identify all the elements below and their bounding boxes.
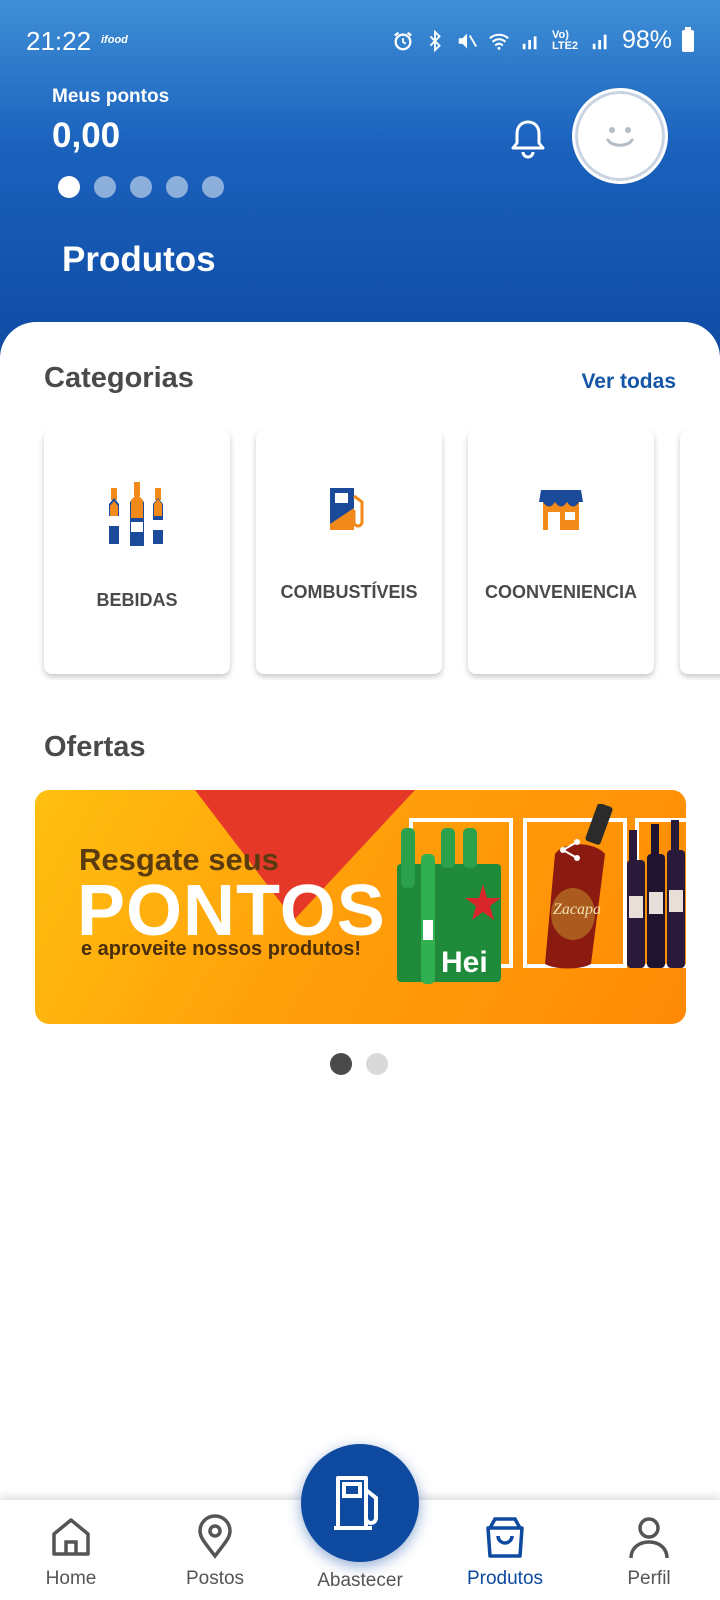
store-icon bbox=[539, 490, 583, 530]
location-pin-icon bbox=[198, 1514, 232, 1559]
nav-label: Perfil bbox=[627, 1568, 671, 1589]
nav-postos[interactable]: Postos bbox=[160, 1500, 270, 1600]
pager-dot[interactable] bbox=[202, 176, 224, 198]
pager-dot[interactable] bbox=[366, 1053, 388, 1075]
ifood-notification-icon: ifood bbox=[101, 34, 128, 46]
nav-label: Produtos bbox=[466, 1568, 544, 1589]
see-all-link[interactable]: Ver todas bbox=[581, 370, 676, 394]
categories-title: Categorias bbox=[44, 362, 194, 394]
category-card-more[interactable] bbox=[680, 430, 720, 674]
rum-label: Zacapa bbox=[553, 901, 601, 918]
points-label: Meus pontos bbox=[52, 86, 170, 107]
nav-produtos[interactable]: Produtos bbox=[450, 1500, 560, 1600]
abastecer-button[interactable] bbox=[301, 1444, 419, 1562]
banner-line3: e aproveite nossos produtos! bbox=[81, 938, 362, 960]
battery-icon bbox=[682, 26, 694, 52]
pager-dot[interactable] bbox=[94, 176, 116, 198]
category-card-combustiveis[interactable]: COMBUSTÍVEIS bbox=[256, 430, 442, 674]
wifi-icon bbox=[489, 33, 509, 50]
points-value: 0,00 bbox=[52, 116, 121, 155]
person-icon bbox=[629, 1517, 669, 1559]
nav-label: Postos bbox=[185, 1568, 245, 1589]
pager-dot[interactable] bbox=[166, 176, 188, 198]
categories-carousel[interactable]: BEBIDAS COMBUSTÍVEIS COONVENIENCIA bbox=[0, 430, 720, 680]
pager-dot[interactable] bbox=[330, 1053, 352, 1075]
svg-text:Hei: Hei bbox=[441, 946, 488, 979]
nav-home[interactable]: Home bbox=[16, 1500, 126, 1600]
category-card-bebidas[interactable]: BEBIDAS bbox=[44, 430, 230, 674]
home-icon bbox=[52, 1518, 90, 1556]
category-card-conveniencia[interactable]: COONVENIENCIA bbox=[468, 430, 654, 674]
status-time: 21:22 bbox=[26, 26, 92, 56]
wine-bottles-image bbox=[627, 820, 685, 968]
offers-pager bbox=[330, 1053, 388, 1075]
smiley-icon bbox=[606, 127, 634, 147]
signal-icon-2 bbox=[592, 34, 607, 49]
category-label: BEBIDAS bbox=[96, 590, 178, 610]
header: 21:22 ifood Vo) LTE2 98% Meus pontos 0,0… bbox=[0, 0, 720, 360]
pager-dot[interactable] bbox=[58, 176, 80, 198]
fuel-pump-icon bbox=[334, 1476, 378, 1530]
page-title: Produtos bbox=[62, 240, 216, 279]
network-type: Vo) LTE2 bbox=[551, 28, 579, 52]
abastecer-label: Abastecer bbox=[317, 1570, 403, 1591]
battery-percent: 98% bbox=[621, 26, 672, 54]
bell-icon[interactable] bbox=[506, 116, 550, 160]
rum-bottle-image: Zacapa bbox=[545, 804, 613, 969]
beer-pack-image: Hei bbox=[397, 828, 501, 984]
bottles-icon bbox=[109, 482, 163, 546]
nav-label: Home bbox=[45, 1568, 97, 1589]
fuel-pump-icon bbox=[330, 488, 364, 530]
signal-icon bbox=[522, 35, 537, 49]
offers-title: Ofertas bbox=[44, 731, 146, 763]
status-icons: Vo) LTE2 98% bbox=[392, 26, 694, 55]
avatar[interactable] bbox=[572, 88, 668, 184]
category-label: COONVENIENCIA bbox=[484, 582, 637, 602]
shopping-bag-icon bbox=[486, 1517, 524, 1558]
offers-banner[interactable]: Resgate seus PONTOS e aproveite nossos p… bbox=[35, 790, 686, 1024]
bluetooth-icon bbox=[429, 29, 441, 52]
pager-dot[interactable] bbox=[130, 176, 152, 198]
points-pager bbox=[58, 176, 224, 198]
mute-icon bbox=[458, 33, 477, 48]
status-bar: 21:22 ifood Vo) LTE2 98% bbox=[0, 0, 720, 84]
nav-perfil[interactable]: Perfil bbox=[594, 1500, 704, 1600]
alarm-icon bbox=[394, 31, 412, 50]
category-label: COMBUSTÍVEIS bbox=[280, 582, 418, 602]
